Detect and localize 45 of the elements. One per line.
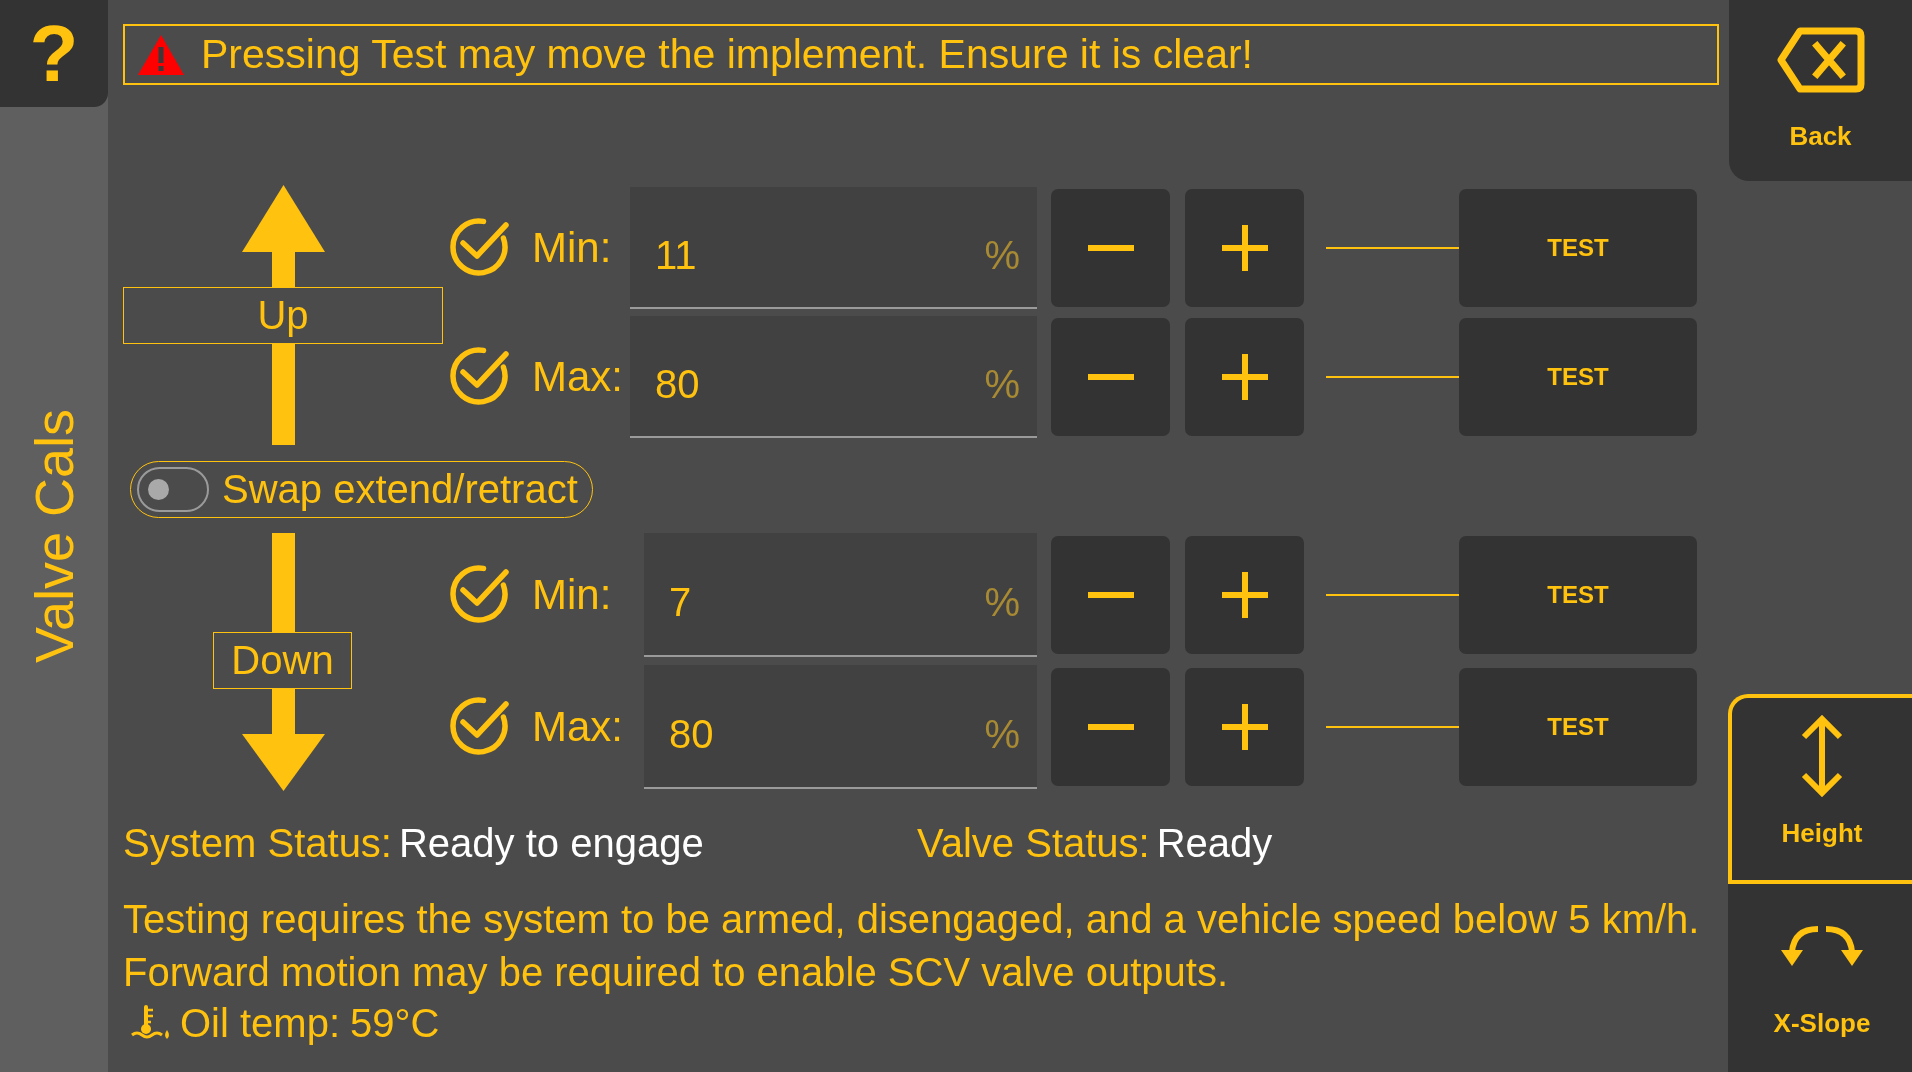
backspace-icon [1776,27,1865,93]
mode-tab[interactable]: X-Slope [1728,884,1912,1072]
back-button[interactable]: Back [1729,0,1912,181]
setting-label: Max: [532,353,624,401]
test-button[interactable]: TEST [1459,668,1697,786]
warning-text: Pressing Test may move the implement. Ensure it is clear! [201,31,1253,78]
status-label: Valve Status: [917,820,1150,867]
value-field[interactable]: 80 % [630,316,1037,438]
oil-temp-label: Oil temp: [180,1000,341,1047]
direction-label: Down [213,632,352,689]
test-button[interactable]: TEST [1459,189,1697,307]
page-title: Valve Cals [27,408,81,664]
vertical-arrows-icon [1800,715,1844,797]
info-text: Testing requires the system to be armed, disengaged, and a vehicle speed below 5 km/h. [123,896,1701,943]
plus-icon [1221,225,1268,271]
info-text: Forward motion may be required to enable SCV valve outputs. [123,949,1230,996]
increase-button[interactable] [1185,536,1304,654]
test-button[interactable]: TEST [1459,536,1697,654]
status-label: System Status: [123,820,392,867]
setting-label: Min: [532,571,613,619]
minus-icon [1087,374,1134,380]
minus-icon [1087,592,1134,598]
oil-temp-value: 59°C [350,1000,440,1047]
curved-arrows-icon [1781,924,1863,968]
status-value: Ready to engage [399,820,704,867]
help-button[interactable]: ? [0,0,108,107]
warning-icon [137,33,185,76]
status-value: Ready [1156,820,1273,867]
plus-icon [1221,704,1268,750]
plus-icon [1221,572,1268,618]
increase-button[interactable] [1185,189,1304,307]
minus-icon [1087,245,1134,251]
value-field[interactable]: 11 % [630,187,1037,309]
direction-label: Up [123,287,443,344]
plus-icon [1221,354,1268,400]
minus-icon [1087,724,1134,730]
setting-label: Min: [532,224,613,272]
value-field[interactable]: 7 % [644,533,1037,657]
mode-tab[interactable]: Height [1728,694,1912,884]
setting-label: Max: [532,703,624,751]
value-field[interactable]: 80 % [644,665,1037,789]
increase-button[interactable] [1185,318,1304,436]
test-button[interactable]: TEST [1459,318,1697,436]
toggle-switch-icon[interactable] [137,467,209,512]
increase-button[interactable] [1185,668,1304,786]
